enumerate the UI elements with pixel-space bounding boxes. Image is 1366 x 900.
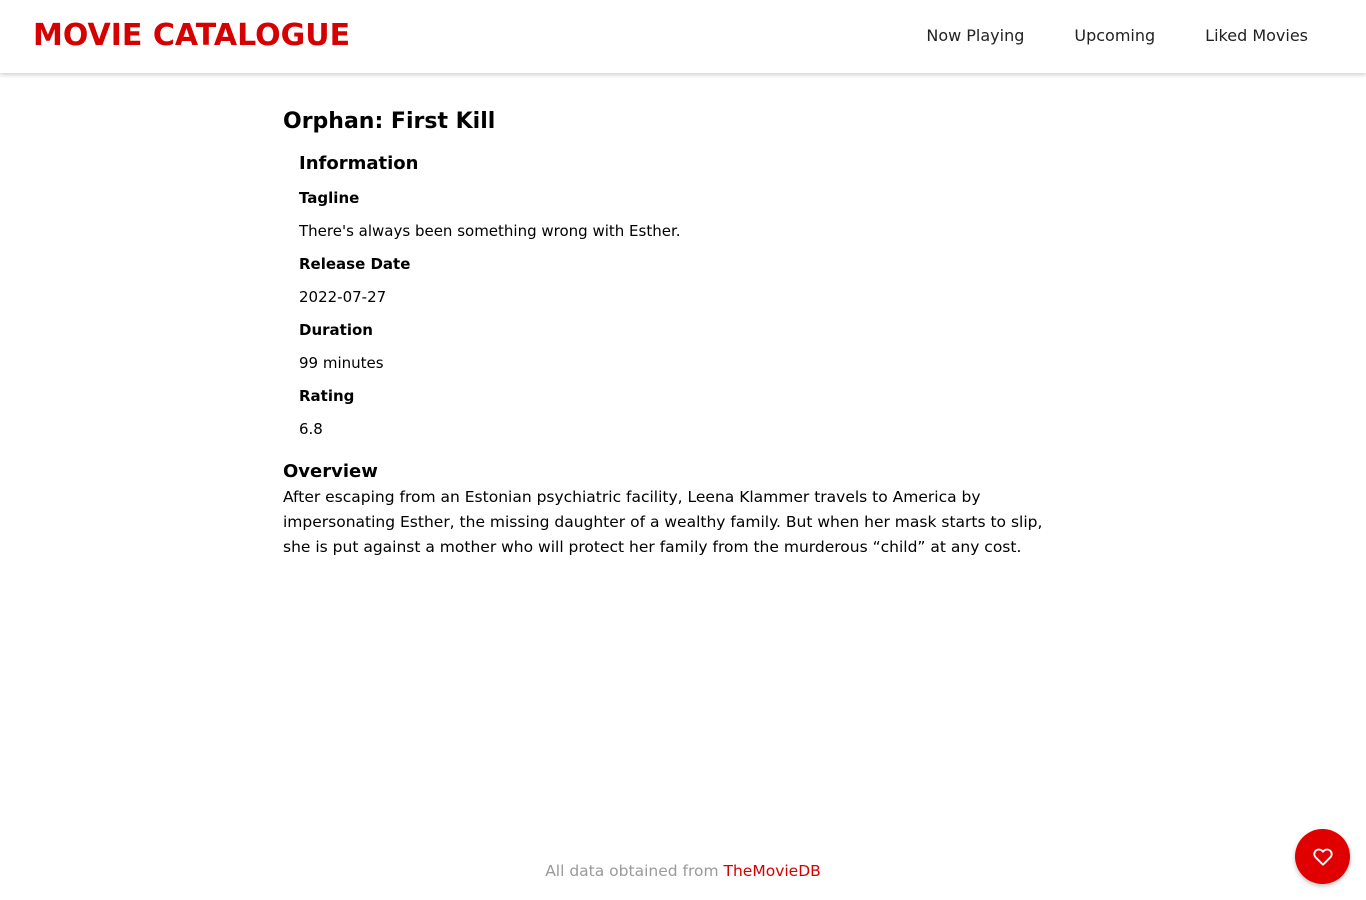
overview-section: Overview After escaping from an Estonian… [283,459,1083,560]
movie-title: Orphan: First Kill [283,109,496,134]
release-date-label: Release Date [299,255,411,273]
information-section: Information Tagline There's always been … [299,151,1083,441]
themoviedb-link[interactable]: TheMovieDB [724,862,821,880]
liked-movies-fab-button[interactable] [1295,829,1350,884]
nav-item-liked-movies: Liked Movies [1205,25,1308,47]
duration-value: 99 minutes [299,354,384,372]
brand-link[interactable]: MOVIE CATALOGUE [33,17,350,55]
overview-heading: Overview [283,461,378,482]
rating-label: Rating [299,387,355,405]
app-bar: MOVIE CATALOGUE Now Playing Upcoming Lik… [0,0,1366,73]
release-date-value: 2022-07-27 [299,288,387,306]
nav-link-liked-movies[interactable]: Liked Movies [1205,26,1308,45]
nav-item-upcoming: Upcoming [1074,25,1155,47]
information-heading: Information [299,153,419,174]
rating-value: 6.8 [299,420,323,438]
movie-detail: Orphan: First Kill Information Tagline T… [283,104,1083,560]
nav-item-now-playing: Now Playing [926,25,1024,47]
heart-outline-icon [1312,847,1333,867]
footer-text: All data obtained from [545,862,724,880]
overview-text: After escaping from an Estonian psychiat… [283,488,1043,556]
nav-link-upcoming[interactable]: Upcoming [1074,26,1155,45]
tagline-label: Tagline [299,189,360,207]
tagline-value: There's always been something wrong with… [299,222,681,240]
nav-list: Now Playing Upcoming Liked Movies [926,25,1308,47]
duration-label: Duration [299,321,373,339]
footer: All data obtained from TheMovieDB [0,860,1366,882]
nav-link-now-playing[interactable]: Now Playing [926,26,1024,45]
